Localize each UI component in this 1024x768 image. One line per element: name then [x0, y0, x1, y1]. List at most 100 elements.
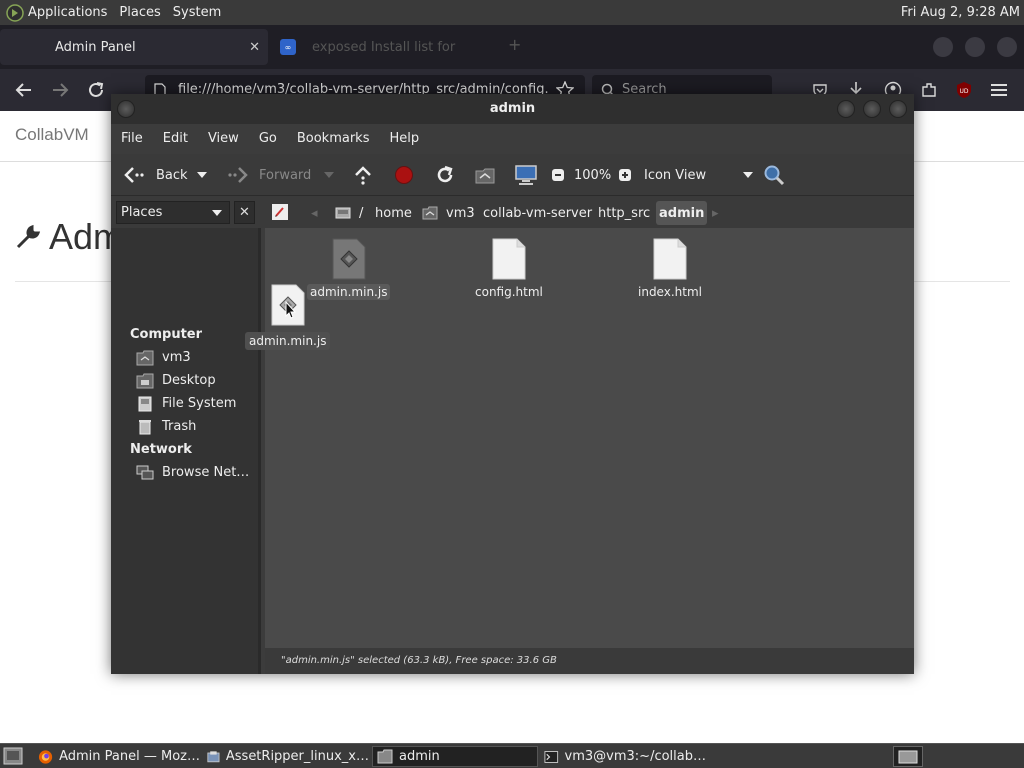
hamburger-menu-icon[interactable]	[991, 82, 1007, 98]
chevron-down-icon	[324, 172, 334, 178]
forward-button[interactable]: Forward	[226, 154, 311, 196]
file-item-config-html[interactable]: config.html	[472, 238, 546, 300]
chevron-down-icon	[743, 172, 754, 178]
edit-location-toggle[interactable]	[271, 203, 289, 221]
menu-edit[interactable]: Edit	[153, 124, 198, 154]
browser-maximize-button[interactable]	[965, 37, 985, 57]
sidebar-item-trash[interactable]: Trash	[136, 416, 196, 437]
mate-logo-icon	[6, 3, 24, 22]
forward-arrow-icon[interactable]	[49, 79, 71, 101]
path-collab-vm-server[interactable]: collab-vm-server	[483, 201, 592, 225]
collabvm-tab-icon: ∞	[280, 39, 296, 55]
sidebar-item-browse-network[interactable]: Browse Net…	[136, 462, 249, 483]
path-scroll-right[interactable]: ▸	[712, 201, 719, 225]
task-terminal-label: vm3@vm3:~/collab…	[564, 749, 706, 764]
sidebar-item-file-system[interactable]: File System	[136, 393, 236, 414]
zoom-in-icon	[619, 169, 631, 181]
home-button[interactable]	[474, 154, 496, 196]
applications-menu[interactable]: Applications	[0, 0, 113, 25]
sidebar-mode-label: Places	[121, 205, 163, 220]
back-icon	[124, 167, 144, 183]
path-vm3[interactable]: vm3	[422, 201, 475, 225]
ublock-icon[interactable]: UD	[955, 81, 973, 99]
up-button[interactable]	[353, 154, 373, 196]
task-assetripper-label: AssetRipper_linux_x…	[225, 749, 369, 764]
task-admin[interactable]: admin	[372, 746, 538, 767]
back-button[interactable]: Back	[122, 154, 188, 196]
script-file-icon	[271, 284, 305, 326]
zoom-out-icon	[552, 169, 564, 181]
workspace-switcher[interactable]	[893, 746, 923, 767]
menu-help[interactable]: Help	[379, 124, 429, 154]
file-icon-view[interactable]: admin.min.js config.html index.html	[265, 228, 914, 648]
file-label: index.html	[638, 285, 702, 299]
back-history-dropdown[interactable]	[197, 154, 207, 196]
tab-second-label: exposed Install list for	[312, 39, 456, 55]
path-home-label: home	[375, 205, 412, 221]
window-maximize-button[interactable]	[863, 100, 881, 118]
search-icon	[764, 165, 785, 186]
browser-minimize-button[interactable]	[933, 37, 953, 57]
toolbar: Back Forward 100% Icon View	[111, 154, 914, 196]
task-terminal[interactable]: vm3@vm3:~/collab…	[540, 746, 706, 767]
path-scroll-left[interactable]: ◂	[311, 201, 318, 225]
sidebar-item-vm3[interactable]: vm3	[136, 347, 191, 368]
reload-button[interactable]	[434, 154, 456, 196]
path-root[interactable]: /	[335, 201, 363, 225]
new-tab-icon[interactable]: +	[508, 35, 521, 54]
stop-button[interactable]	[394, 154, 414, 196]
sidebar-item-desktop[interactable]: Desktop	[136, 370, 216, 391]
tab-admin-panel[interactable]: Admin Panel ✕	[0, 29, 268, 65]
menu-file[interactable]: File	[111, 124, 153, 154]
path-http-src[interactable]: http_src	[598, 201, 650, 225]
places-sidebar: Computer vm3 Desktop File System Trash N…	[111, 228, 261, 674]
file-item-index-html[interactable]: index.html	[635, 238, 705, 300]
firefox-icon	[38, 749, 53, 764]
search-button[interactable]	[763, 154, 785, 196]
task-assetripper[interactable]: AssetRipper_linux_x…	[203, 746, 369, 767]
back-arrow-icon[interactable]	[13, 79, 35, 101]
network-icon	[136, 465, 154, 479]
window-close-button[interactable]	[889, 100, 907, 118]
forward-history-dropdown[interactable]	[324, 154, 334, 196]
system-menu[interactable]: System	[167, 0, 227, 25]
path-http-src-label: http_src	[598, 205, 651, 221]
computer-button[interactable]	[514, 154, 538, 196]
show-desktop-button[interactable]	[3, 747, 23, 765]
stop-icon	[395, 166, 413, 184]
zoom-out-button[interactable]	[551, 154, 565, 196]
drag-ghost: admin.min.js	[245, 284, 331, 350]
applications-menu-label: Applications	[28, 5, 108, 20]
menu-bar: File Edit View Go Bookmarks Help	[111, 124, 914, 154]
site-brand-link[interactable]: CollabVM	[15, 125, 89, 145]
forward-label: Forward	[259, 167, 312, 183]
panel-clock[interactable]: Fri Aug 2, 9:28 AM	[901, 0, 1020, 25]
menu-bookmarks[interactable]: Bookmarks	[287, 124, 380, 154]
zoom-level[interactable]: 100%	[574, 154, 611, 196]
menu-go[interactable]: Go	[249, 124, 287, 154]
home-folder-icon	[422, 206, 438, 220]
path-root-label: /	[359, 205, 364, 221]
sidebar-close-button[interactable]: ✕	[234, 201, 255, 224]
browser-close-button[interactable]	[997, 37, 1017, 57]
sidebar-mode-select[interactable]: Places	[116, 201, 230, 224]
window-minimize-button[interactable]	[837, 100, 855, 118]
bottom-taskbar: Admin Panel — Moz… AssetRipper_linux_x… …	[0, 743, 1024, 768]
zoom-in-button[interactable]	[618, 154, 632, 196]
task-admin-label: admin	[399, 749, 440, 764]
status-bar: "admin.min.js" selected (63.3 kB), Free …	[265, 648, 914, 674]
path-home[interactable]: home	[375, 201, 412, 225]
places-menu[interactable]: Places	[113, 0, 166, 25]
window-titlebar[interactable]: admin	[111, 94, 914, 124]
top-panel: Applications Places System Fri Aug 2, 9:…	[0, 0, 1024, 25]
path-admin[interactable]: admin	[656, 201, 708, 225]
folder-icon	[377, 749, 393, 763]
chevron-down-icon	[212, 210, 222, 216]
task-firefox[interactable]: Admin Panel — Moz…	[34, 746, 200, 767]
tab-close-icon[interactable]: ✕	[249, 40, 260, 55]
tab-second[interactable]: ∞ exposed Install list for	[276, 29, 506, 65]
view-mode-select[interactable]: Icon View	[644, 154, 754, 196]
menu-view[interactable]: View	[198, 124, 249, 154]
extensions-icon[interactable]	[920, 81, 938, 99]
reload-icon[interactable]	[85, 79, 107, 101]
